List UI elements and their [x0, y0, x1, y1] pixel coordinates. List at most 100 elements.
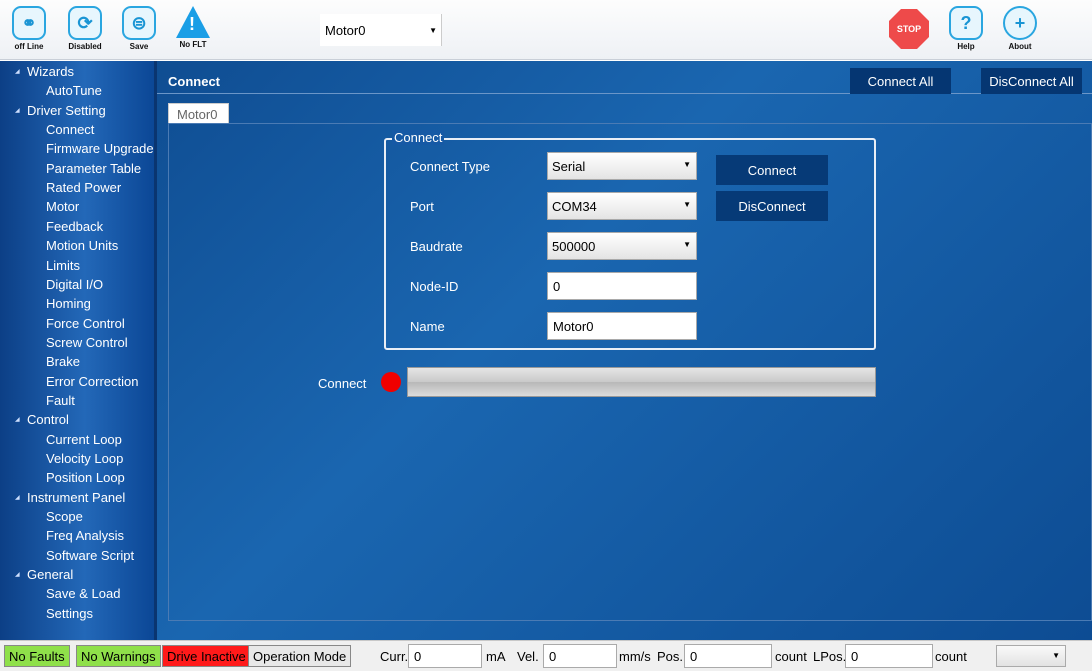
no-fault-button[interactable]: ! No FLT [170, 6, 216, 56]
load-position-unit: count [935, 649, 967, 664]
baudrate-label: Baudrate [410, 239, 463, 254]
sidebar-item-homing[interactable]: Homing [46, 296, 91, 311]
velocity-field[interactable] [543, 644, 617, 668]
motor-select-value: Motor0 [325, 22, 366, 38]
connect-type-select[interactable]: Serial ▼ [547, 152, 697, 180]
sidebar-item-software-script[interactable]: Software Script [46, 548, 134, 563]
sidebar-item-wizards[interactable]: Wizards [15, 64, 74, 79]
power-cycle-icon: ⟳ [68, 6, 102, 40]
unit-select[interactable]: ▼ [996, 645, 1066, 667]
noflt-label: No FLT [179, 40, 207, 49]
sidebar-item-error-correction[interactable]: Error Correction [46, 374, 138, 389]
disabled-button[interactable]: ⟳ Disabled [62, 6, 108, 56]
load-position-field[interactable] [845, 644, 933, 668]
sidebar-item-control[interactable]: Control [15, 412, 69, 427]
chevron-down-icon: ▼ [683, 200, 691, 209]
groupbox-title: Connect [392, 130, 445, 145]
main-header: Connect Connect All DisConnect All [157, 61, 1092, 94]
position-label: Pos. [657, 649, 684, 664]
sidebar-item-digital-i-o[interactable]: Digital I/O [46, 277, 103, 292]
sidebar-item-settings[interactable]: Settings [46, 606, 93, 621]
sidebar-item-screw-control[interactable]: Screw Control [46, 335, 128, 350]
load-position-label: LPos. [813, 649, 847, 664]
sidebar-item-instrument-panel[interactable]: Instrument Panel [15, 490, 125, 505]
no-warnings-badge: No Warnings [76, 645, 161, 667]
baudrate-select[interactable]: 500000 ▼ [547, 232, 697, 260]
name-label: Name [410, 319, 445, 334]
connection-status-label: Connect [318, 376, 367, 391]
save-label: Save [129, 42, 149, 51]
sidebar-item-autotune[interactable]: AutoTune [46, 83, 102, 98]
sidebar-item-firmware-upgrade[interactable]: Firmware Upgrade [46, 141, 154, 156]
sidebar-item-feedback[interactable]: Feedback [46, 219, 103, 234]
about-label: About [1008, 42, 1032, 51]
sidebar-item-fault[interactable]: Fault [46, 393, 75, 408]
main-panel: Connect Connect All DisConnect All Motor… [157, 61, 1092, 640]
save-icon: ⊜ [122, 6, 156, 40]
sidebar-item-current-loop[interactable]: Current Loop [46, 432, 122, 447]
sidebar-item-general[interactable]: General [15, 567, 73, 582]
chevron-down-icon: ▼ [429, 25, 437, 35]
sidebar-item-save-load[interactable]: Save & Load [46, 586, 120, 601]
motor-select[interactable]: Motor0 ▼ [320, 14, 442, 46]
node-id-label: Node-ID [410, 279, 459, 294]
connection-status-indicator [381, 372, 401, 392]
tab-motor0[interactable]: Motor0 [168, 103, 229, 124]
position-unit: count [775, 649, 807, 664]
connect-type-label: Connect Type [410, 159, 490, 174]
operation-mode-badge[interactable]: Operation Mode [248, 645, 352, 667]
help-button[interactable]: ? Help [943, 6, 989, 56]
sidebar-item-position-loop[interactable]: Position Loop [46, 470, 125, 485]
connect-groupbox: Connect Connect Type Serial ▼ Port COM34… [384, 130, 876, 350]
connect-type-value: Serial [552, 159, 586, 174]
page-title: Connect [168, 74, 220, 89]
current-label: Curr. [380, 649, 409, 664]
offline-label: off Line [14, 42, 44, 51]
disconnect-button[interactable]: DisConnect [716, 191, 828, 221]
status-bar: No Faults No Warnings Drive Inactive Ope… [0, 640, 1092, 671]
sidebar-item-motor[interactable]: Motor [46, 199, 79, 214]
stop-button[interactable]: STOP [886, 9, 932, 59]
connect-button[interactable]: Connect [716, 155, 828, 185]
baudrate-value: 500000 [552, 239, 596, 254]
node-id-field[interactable] [547, 272, 697, 300]
sidebar-item-connect[interactable]: Connect [46, 122, 94, 137]
about-button[interactable]: + About [997, 6, 1043, 56]
help-icon: ? [949, 6, 983, 40]
sidebar-item-rated-power[interactable]: Rated Power [46, 180, 121, 195]
sidebar-item-freq-analysis[interactable]: Freq Analysis [46, 528, 124, 543]
sidebar-item-brake[interactable]: Brake [46, 354, 80, 369]
chevron-down-icon: ▼ [1052, 651, 1060, 660]
help-label: Help [957, 42, 975, 51]
drive-inactive-badge: Drive Inactive [162, 645, 251, 667]
sidebar-item-limits[interactable]: Limits [46, 258, 80, 273]
disconnect-all-button[interactable]: DisConnect All [981, 68, 1082, 94]
chevron-down-icon: ▼ [683, 160, 691, 169]
velocity-label: Vel. [517, 649, 539, 664]
connect-all-button[interactable]: Connect All [850, 68, 951, 94]
sidebar-item-velocity-loop[interactable]: Velocity Loop [46, 451, 123, 466]
sidebar-item-scope[interactable]: Scope [46, 509, 83, 524]
sidebar-item-parameter-table[interactable]: Parameter Table [46, 161, 141, 176]
port-select[interactable]: COM34 ▼ [547, 192, 697, 220]
no-faults-badge: No Faults [4, 645, 70, 667]
info-icon: + [1003, 6, 1037, 40]
toolbar: ⚭ off Line ⟳ Disabled ⊜ Save ! No FLT Mo… [0, 0, 1092, 60]
chevron-down-icon: ▼ [683, 240, 691, 249]
stop-label: STOP [896, 24, 922, 34]
current-unit: mA [486, 649, 506, 664]
sidebar-item-motion-units[interactable]: Motion Units [46, 238, 118, 253]
disabled-label: Disabled [68, 42, 102, 51]
sidebar-item-driver-setting[interactable]: Driver Setting [15, 103, 106, 118]
save-button[interactable]: ⊜ Save [116, 6, 162, 56]
offline-button[interactable]: ⚭ off Line [6, 6, 52, 56]
sidebar-item-force-control[interactable]: Force Control [46, 316, 125, 331]
connection-progress-bar [407, 367, 876, 397]
current-field[interactable] [408, 644, 482, 668]
name-field[interactable] [547, 312, 697, 340]
port-value: COM34 [552, 199, 597, 214]
sidebar-tree: Wizards AutoTune Driver Setting Connect Firm… [0, 61, 157, 640]
position-field[interactable] [684, 644, 772, 668]
velocity-unit: mm/s [619, 649, 651, 664]
stop-icon: STOP [889, 9, 929, 49]
